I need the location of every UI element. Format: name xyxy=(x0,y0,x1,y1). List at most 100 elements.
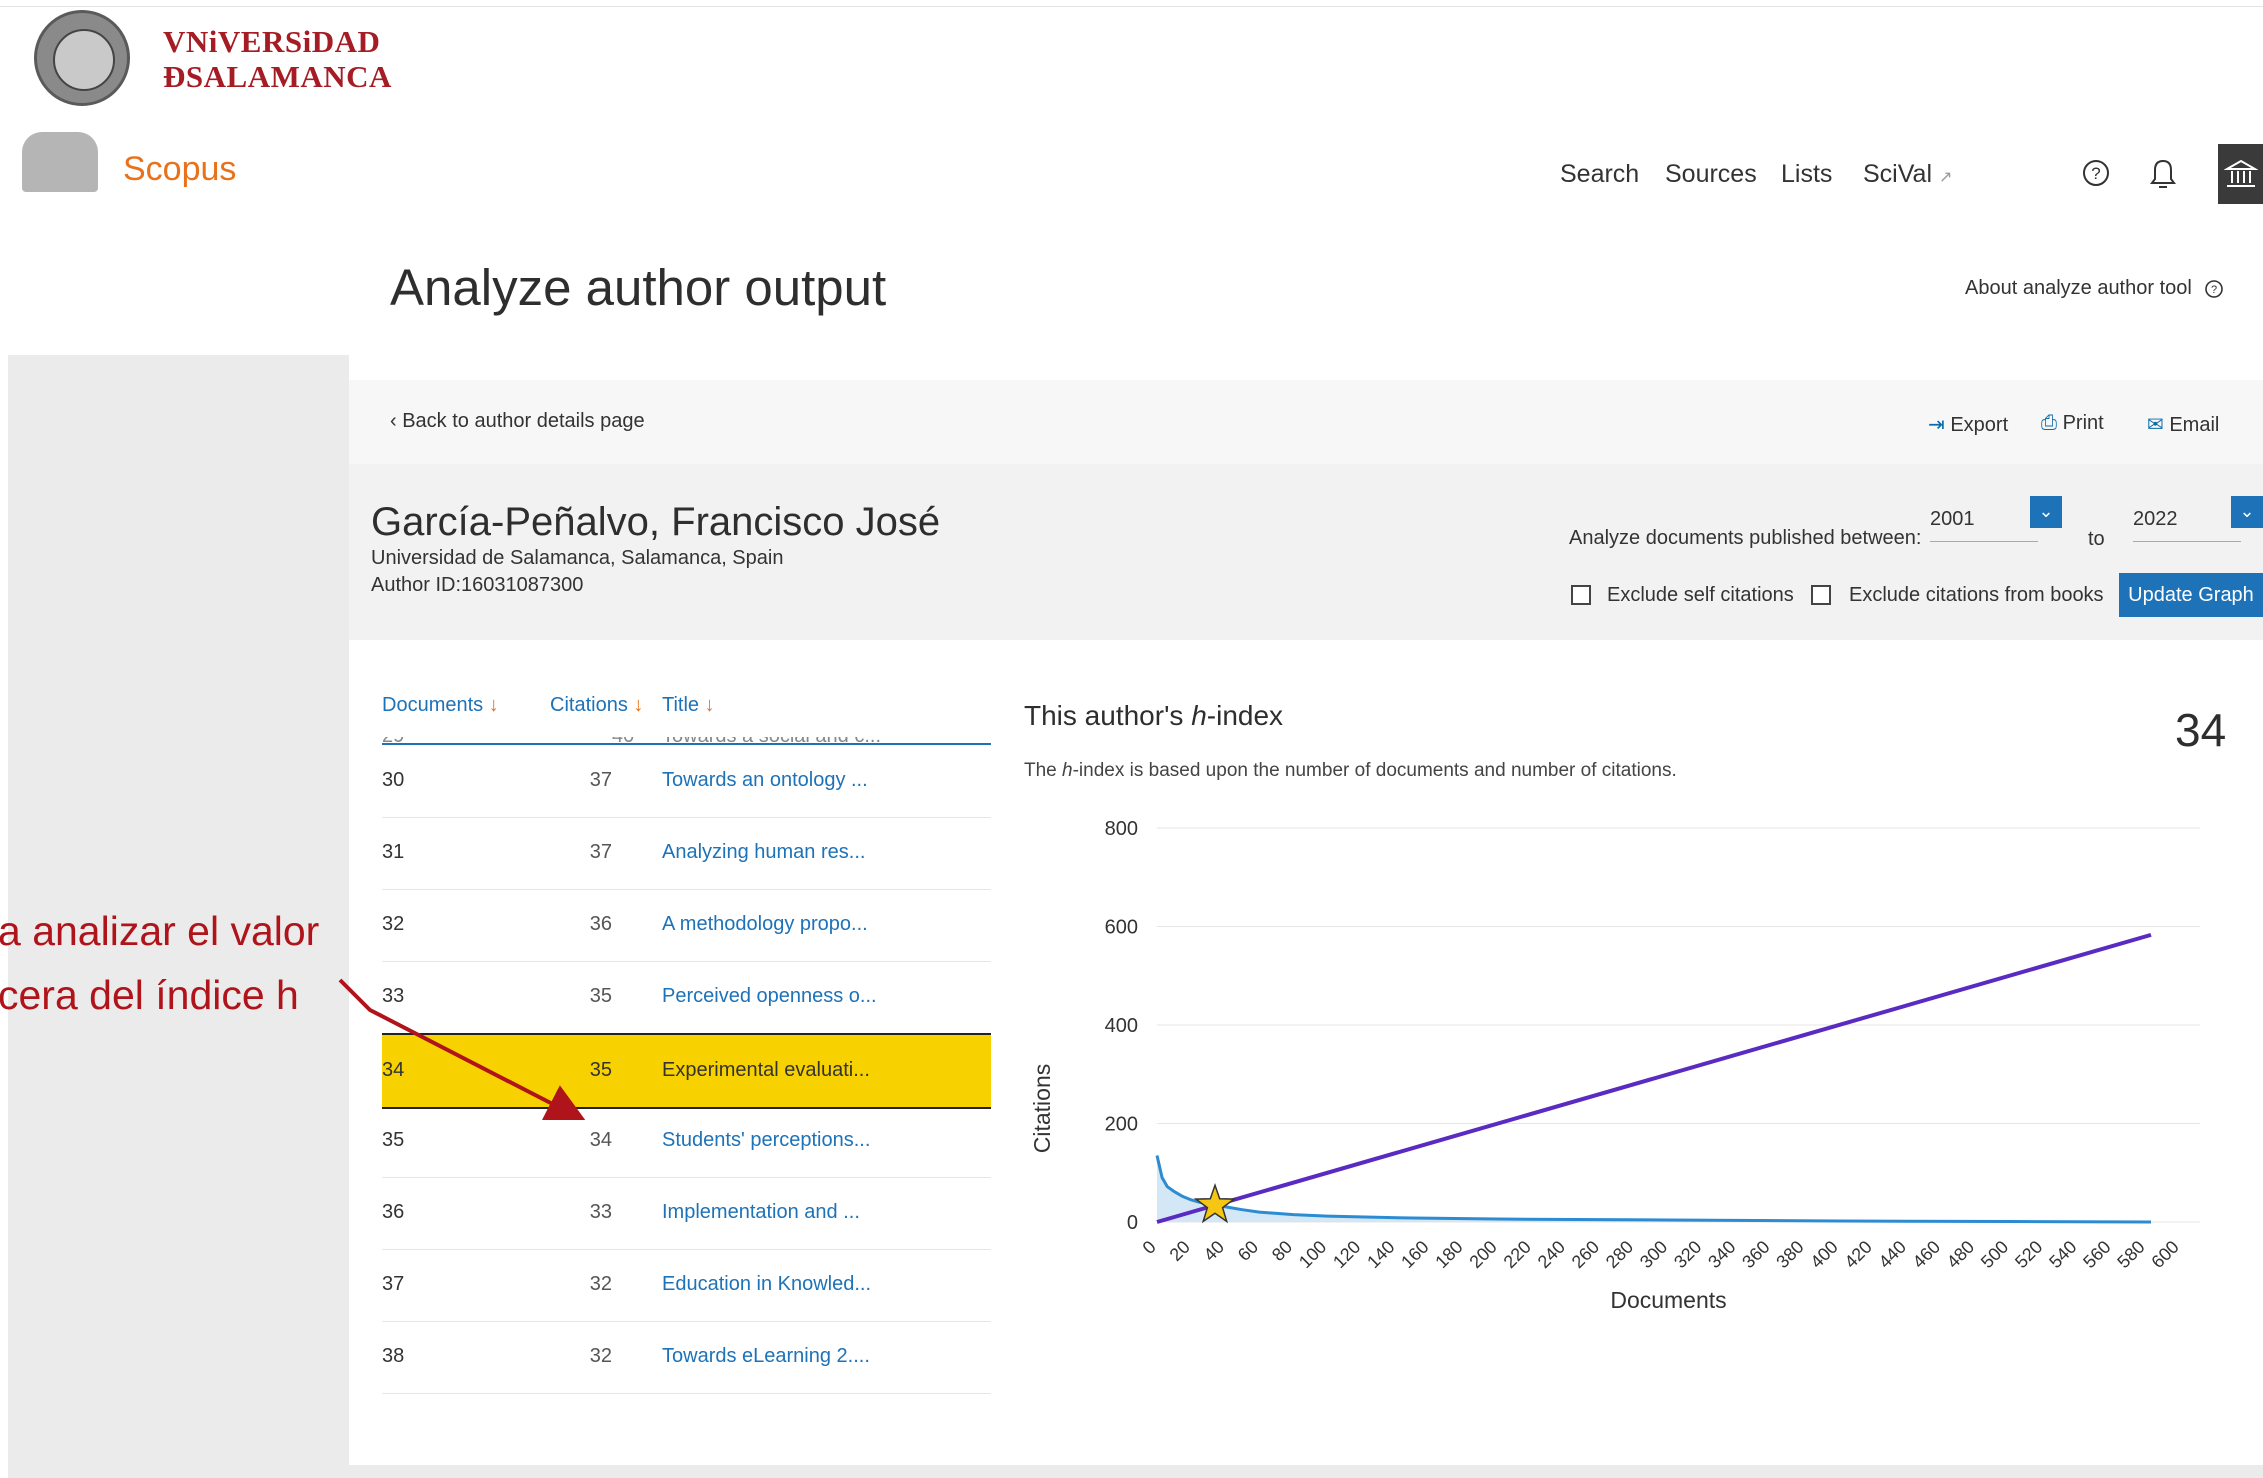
hindex-chart: 02004006008000 20 40 60 80100120140160180200… xyxy=(1029,818,2200,1313)
bell-icon[interactable] xyxy=(2146,155,2180,191)
x-tick-label: 0 xyxy=(1139,1237,1160,1258)
export-label: Export xyxy=(1950,414,2009,436)
svg-text:?: ? xyxy=(2091,164,2100,183)
x-tick-label: 20 xyxy=(1166,1237,1194,1265)
x-tick-label: 320 xyxy=(1670,1237,1705,1272)
from-year-dropdown-icon[interactable]: ⌄ xyxy=(2030,496,2062,528)
hindex-desc-suffix: -index is based upon the number of docum… xyxy=(1072,760,1677,781)
title-header-label: Title xyxy=(662,694,700,716)
table-row[interactable]: 37 32 Education in Knowled... xyxy=(382,1249,991,1322)
x-tick-label: 120 xyxy=(1329,1237,1364,1272)
document-title[interactable]: Students' perceptions... xyxy=(662,1129,870,1152)
document-title[interactable]: Education in Knowled... xyxy=(662,1273,871,1296)
external-link-icon: ↗ xyxy=(1938,169,1953,186)
print-label: Print xyxy=(2062,412,2104,434)
print-button[interactable]: ⎙ Print xyxy=(2041,412,2104,435)
x-tick-label: 240 xyxy=(1534,1237,1569,1272)
x-tick-label: 480 xyxy=(1943,1237,1978,1272)
about-tool-label: About analyze author tool xyxy=(1965,277,2192,299)
x-tick-label: 520 xyxy=(2011,1237,2046,1272)
document-title[interactable]: A methodology propo... xyxy=(662,913,868,936)
x-tick-label: 400 xyxy=(1806,1237,1841,1272)
citation-count: 32 xyxy=(589,1273,612,1295)
document-title[interactable]: Towards eLearning 2.... xyxy=(662,1345,870,1368)
x-tick-label: 340 xyxy=(1704,1237,1739,1272)
x-tick-label: 160 xyxy=(1397,1237,1432,1272)
x-tick-label: 100 xyxy=(1295,1237,1330,1272)
exclude-self-citations-label: Exclude self citations xyxy=(1607,584,1794,606)
to-year-select[interactable]: 2022 xyxy=(2133,508,2241,542)
x-tick-label: 260 xyxy=(1568,1237,1603,1272)
nav-sources[interactable]: Sources xyxy=(1665,160,1757,189)
y-tick-label: 800 xyxy=(1105,818,1138,840)
title-header[interactable]: Title ↓ xyxy=(662,694,715,717)
update-graph-button[interactable]: Update Graph xyxy=(2119,573,2263,617)
series-line xyxy=(1155,1155,2152,1224)
university-name-line2: ÐSALAMANCA xyxy=(163,59,392,94)
document-title[interactable]: Analyzing human res... xyxy=(662,841,865,864)
documents-header[interactable]: Documents ↓ xyxy=(382,694,499,717)
table-row[interactable]: 30 37 Towards an ontology ... xyxy=(382,745,991,818)
y-tick-label: 0 xyxy=(1127,1212,1138,1234)
citation-count: 33 xyxy=(589,1201,612,1223)
x-tick-label: 140 xyxy=(1363,1237,1398,1272)
table-row[interactable]: 36 33 Implementation and ... xyxy=(382,1177,991,1250)
citation-count: 37 xyxy=(589,841,612,863)
document-title[interactable]: Perceived openness o... xyxy=(662,985,877,1008)
exclude-books-checkbox[interactable] xyxy=(1811,585,1831,605)
x-tick-label: 80 xyxy=(1268,1237,1296,1265)
table-row[interactable]: 32 36 A methodology propo... xyxy=(382,889,991,962)
document-title[interactable]: Implementation and ... xyxy=(662,1201,860,1224)
citation-count: 37 xyxy=(589,769,612,791)
x-tick-label: 200 xyxy=(1465,1237,1500,1272)
author-id: Author ID:16031087300 xyxy=(371,574,584,596)
institution-bank-icon[interactable] xyxy=(2218,144,2263,204)
hindex-desc-h: h xyxy=(1062,760,1073,781)
table-row[interactable]: 38 32 Towards eLearning 2.... xyxy=(382,1321,991,1394)
elsevier-tree-logo xyxy=(22,132,98,192)
university-name: VNiVERSiDAD ÐSALAMANCA xyxy=(163,24,392,94)
hindex-desc-prefix: The xyxy=(1024,760,1063,781)
nav-lists[interactable]: Lists xyxy=(1781,160,1832,189)
email-button[interactable]: ✉ Email xyxy=(2147,412,2219,437)
x-tick-label: 300 xyxy=(1636,1237,1671,1272)
x-tick-label: 580 xyxy=(2113,1237,2148,1272)
x-tick-label: 500 xyxy=(1977,1237,2012,1272)
nav-search[interactable]: Search xyxy=(1560,160,1639,189)
exclude-self-citations-checkbox[interactable] xyxy=(1571,585,1591,605)
info-circle-icon: ? xyxy=(2205,279,2224,298)
citation-count: 36 xyxy=(589,913,612,935)
document-title[interactable]: Towards an ontology ... xyxy=(662,769,868,792)
hindex-title-suffix: -index xyxy=(1206,700,1284,731)
table-row[interactable]: 31 37 Analyzing human res... xyxy=(382,817,991,890)
series-area xyxy=(1157,1155,2152,1222)
from-year-select[interactable]: 2001 xyxy=(1930,508,2038,542)
about-tool-link[interactable]: About analyze author tool ? xyxy=(1965,277,2225,300)
author-affiliation: Universidad de Salamanca, Salamanca, Spa… xyxy=(371,547,784,569)
help-icon[interactable]: ? xyxy=(2080,157,2112,189)
page-title: Analyze author output xyxy=(390,259,887,316)
x-tick-label: 540 xyxy=(2045,1237,2080,1272)
sort-arrow-icon: ↓ xyxy=(633,694,644,716)
email-label: Email xyxy=(2169,414,2220,436)
scopus-logo-text[interactable]: Scopus xyxy=(123,150,236,189)
to-year-dropdown-icon[interactable]: ⌄ xyxy=(2231,496,2263,528)
doc-number: 35 xyxy=(382,1129,405,1151)
series-line xyxy=(1156,932,2152,1224)
citation-count: 34 xyxy=(589,1129,612,1151)
document-title[interactable]: Experimental evaluati... xyxy=(662,1059,870,1082)
y-tick-label: 200 xyxy=(1105,1114,1138,1136)
back-link[interactable]: ‹ Back to author details page xyxy=(390,410,645,433)
doc-number: 38 xyxy=(382,1345,405,1367)
y-axis-label: Citations xyxy=(1029,1064,1055,1153)
hindex-title-prefix: This author's xyxy=(1024,700,1192,731)
nav-scival[interactable]: SciVal ↗ xyxy=(1863,160,1952,189)
documents-header-label: Documents xyxy=(382,694,484,716)
citations-header-label: Citations xyxy=(550,694,628,716)
printer-icon: ⎙ xyxy=(2041,412,2057,434)
author-name: García-Peñalvo, Francisco José xyxy=(371,500,941,544)
x-tick-label: 380 xyxy=(1772,1237,1807,1272)
exclude-books-label: Exclude citations from books xyxy=(1849,584,2104,606)
export-button[interactable]: ⇥ Export xyxy=(1928,412,2008,437)
citations-header[interactable]: Citations ↓ xyxy=(550,694,643,717)
